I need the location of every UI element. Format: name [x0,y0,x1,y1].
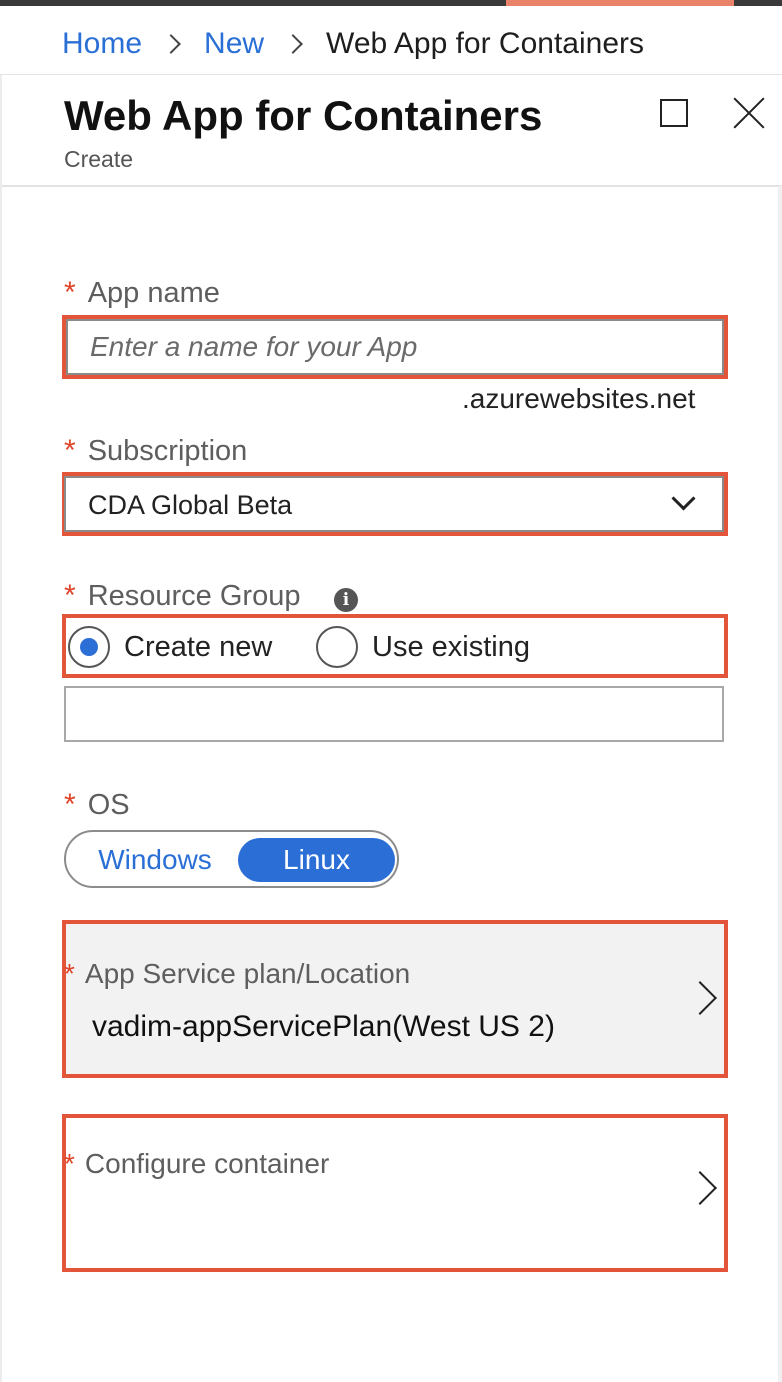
radio-create-new-label: Create new [124,630,273,663]
radio-button-unchecked[interactable] [316,626,358,668]
required-marker: * [64,788,76,821]
radio-create-new[interactable]: Create new [68,626,272,668]
subscription-select[interactable]: CDA Global Beta [64,476,724,532]
blade-left-border [0,75,2,1382]
required-marker: * [64,276,76,309]
chevron-right-icon [683,981,717,1015]
radio-use-existing-label: Use existing [372,630,530,663]
page-subtitle: Create [64,146,134,172]
maximize-icon[interactable] [660,99,688,127]
breadcrumb: Home New Web App for Containers [62,26,644,62]
app-service-plan-label-text: App Service plan/Location [84,958,411,989]
resource-group-label: * Resource Group [64,579,300,613]
required-marker: * [64,579,76,612]
configure-container-label-text: Configure container [84,1148,330,1179]
resource-group-name-frame [64,686,724,742]
header-divider [0,185,782,187]
radio-use-existing[interactable]: Use existing [316,626,530,668]
radio-button-checked[interactable] [68,626,110,668]
resource-group-label-text: Resource Group [87,580,301,612]
app-name-label: * App name [64,276,220,310]
breadcrumb-new-link[interactable]: New [204,27,264,61]
app-name-domain-suffix: .azurewebsites.net [462,383,696,414]
app-service-plan-value: vadim-appServicePlan(West US 2) [92,1010,555,1043]
os-option-windows[interactable]: Windows [76,838,234,882]
subscription-label: * Subscription [64,434,247,468]
os-label-text: OS [87,789,130,821]
chevron-down-icon [671,486,696,511]
app-service-plan-selector[interactable]: * App Service plan/Location vadim-appServ… [62,920,728,1078]
app-service-plan-label: * App Service plan/Location [64,958,410,990]
scrollbar-track[interactable] [778,186,782,1382]
subscription-label-text: Subscription [87,435,248,467]
chevron-right-icon [161,34,181,54]
breadcrumb-home-link[interactable]: Home [62,27,142,61]
required-marker: * [64,434,76,467]
resource-group-name-input[interactable] [66,688,722,740]
top-bar-accent [506,0,734,6]
close-icon[interactable] [732,96,766,130]
info-icon[interactable]: i [334,588,358,612]
subscription-selected-value: CDA Global Beta [88,490,293,520]
os-toggle: Windows Linux [64,830,399,888]
os-option-linux[interactable]: Linux [238,838,395,882]
chevron-right-icon [683,1171,717,1205]
app-name-field-frame [66,319,724,375]
chevron-right-icon [283,34,303,54]
configure-container-label: * Configure container [64,1148,329,1180]
app-name-label-text: App name [87,277,220,309]
os-label: * OS [64,788,130,822]
page-title: Web App for Containers [64,92,543,139]
app-name-input[interactable] [68,321,722,373]
required-marker: * [64,958,75,989]
required-marker: * [64,1148,75,1179]
breadcrumb-current: Web App for Containers [326,27,645,60]
configure-container-selector[interactable]: * Configure container [62,1114,728,1272]
